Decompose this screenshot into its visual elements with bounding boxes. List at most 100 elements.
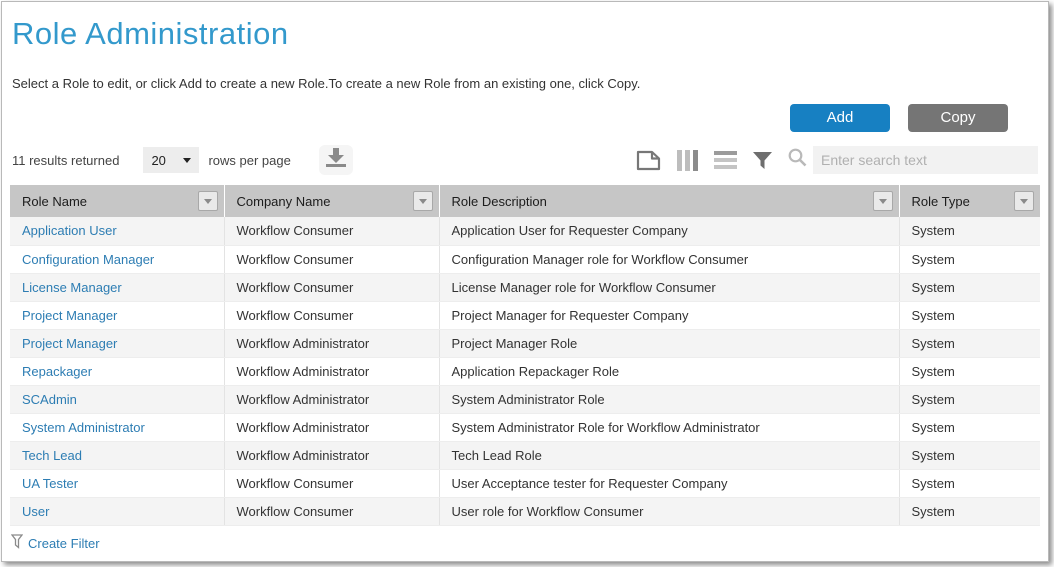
column-header-role-name[interactable]: Role Name xyxy=(10,185,224,217)
table-row: Application User Workflow Consumer Appli… xyxy=(10,217,1040,245)
role-administration-page: Role Administration Select a Role to edi… xyxy=(1,1,1049,562)
rows-per-page-label: rows per page xyxy=(208,153,290,168)
search-icon xyxy=(788,148,807,172)
company-name-cell: Workflow Consumer xyxy=(224,245,439,273)
company-name-cell: Workflow Consumer xyxy=(224,301,439,329)
filter-icon xyxy=(753,152,772,169)
download-icon xyxy=(325,148,347,172)
role-name-link[interactable]: Configuration Manager xyxy=(22,252,154,267)
column-header-role-type[interactable]: Role Type xyxy=(899,185,1040,217)
chevron-down-icon xyxy=(419,199,427,204)
role-type-cell: System xyxy=(899,441,1040,469)
page-header: Role Administration Select a Role to edi… xyxy=(2,2,1048,91)
role-description-cell: User role for Workflow Consumer xyxy=(439,497,899,525)
column-filter-dropdown[interactable] xyxy=(1014,191,1034,211)
table-body: Application User Workflow Consumer Appli… xyxy=(10,217,1040,525)
role-description-cell: Application User for Requester Company xyxy=(439,217,899,245)
chevron-down-icon xyxy=(879,199,887,204)
role-name-link[interactable]: SCAdmin xyxy=(22,392,77,407)
rows-per-page-value: 20 xyxy=(151,153,165,168)
role-type-cell: System xyxy=(899,301,1040,329)
roles-grid: Role Name Company Name Role Description … xyxy=(10,185,1040,526)
role-type-cell: System xyxy=(899,329,1040,357)
company-name-cell: Workflow Consumer xyxy=(224,469,439,497)
create-filter-link[interactable]: Create Filter xyxy=(28,536,100,551)
table-row: Repackager Workflow Administrator Applic… xyxy=(10,357,1040,385)
column-filter-dropdown[interactable] xyxy=(198,191,218,211)
copy-button[interactable]: Copy xyxy=(908,104,1008,132)
table-row: Tech Lead Workflow Administrator Tech Le… xyxy=(10,441,1040,469)
chevron-down-icon xyxy=(204,199,212,204)
column-filter-dropdown[interactable] xyxy=(413,191,433,211)
role-type-cell: System xyxy=(899,469,1040,497)
role-description-cell: Project Manager Role xyxy=(439,329,899,357)
role-name-link[interactable]: License Manager xyxy=(22,280,122,295)
role-type-cell: System xyxy=(899,413,1040,441)
table-row: Project Manager Workflow Consumer Projec… xyxy=(10,301,1040,329)
table-row: SCAdmin Workflow Administrator System Ad… xyxy=(10,385,1040,413)
grid-toolbar: 11 results returned 20 rows per page xyxy=(2,144,1048,176)
role-description-cell: Configuration Manager role for Workflow … xyxy=(439,245,899,273)
actions-row: Add Copy xyxy=(2,104,1048,132)
role-type-cell: System xyxy=(899,217,1040,245)
row-density-button[interactable] xyxy=(714,151,737,170)
grid-footer: Create Filter xyxy=(11,534,1048,554)
table-row: User Workflow Consumer User role for Wor… xyxy=(10,497,1040,525)
role-description-cell: System Administrator Role for Workflow A… xyxy=(439,413,899,441)
results-count: 11 results returned xyxy=(12,153,119,168)
column-header-company-name[interactable]: Company Name xyxy=(224,185,439,217)
role-name-link[interactable]: Application User xyxy=(22,223,117,238)
role-name-link[interactable]: Project Manager xyxy=(22,336,117,351)
role-description-cell: User Acceptance tester for Requester Com… xyxy=(439,469,899,497)
role-type-cell: System xyxy=(899,273,1040,301)
rows-icon xyxy=(714,151,737,170)
role-description-cell: Project Manager for Requester Company xyxy=(439,301,899,329)
table-header-row: Role Name Company Name Role Description … xyxy=(10,185,1040,217)
export-page-button[interactable] xyxy=(636,150,661,171)
company-name-cell: Workflow Administrator xyxy=(224,385,439,413)
add-button[interactable]: Add xyxy=(790,104,890,132)
column-filter-dropdown[interactable] xyxy=(873,191,893,211)
role-name-link[interactable]: UA Tester xyxy=(22,476,78,491)
table-row: Configuration Manager Workflow Consumer … xyxy=(10,245,1040,273)
columns-icon xyxy=(677,150,698,171)
table-row: License Manager Workflow Consumer Licens… xyxy=(10,273,1040,301)
role-type-cell: System xyxy=(899,497,1040,525)
role-name-link[interactable]: Repackager xyxy=(22,364,92,379)
create-filter-icon xyxy=(11,534,23,554)
page-icon xyxy=(636,150,661,171)
role-name-link[interactable]: Project Manager xyxy=(22,308,117,323)
search-input[interactable] xyxy=(813,146,1038,174)
filter-button[interactable] xyxy=(753,152,772,169)
table-row: UA Tester Workflow Consumer User Accepta… xyxy=(10,469,1040,497)
chevron-down-icon xyxy=(183,158,191,163)
column-header-role-description[interactable]: Role Description xyxy=(439,185,899,217)
column-chooser-button[interactable] xyxy=(677,150,698,171)
company-name-cell: Workflow Administrator xyxy=(224,357,439,385)
company-name-cell: Workflow Administrator xyxy=(224,413,439,441)
table-row: Project Manager Workflow Administrator P… xyxy=(10,329,1040,357)
role-description-cell: System Administrator Role xyxy=(439,385,899,413)
role-name-link[interactable]: System Administrator xyxy=(22,420,145,435)
company-name-cell: Workflow Consumer xyxy=(224,273,439,301)
page-subtitle: Select a Role to edit, or click Add to c… xyxy=(12,76,1038,91)
role-name-link[interactable]: User xyxy=(22,504,49,519)
rows-per-page-select[interactable]: 20 xyxy=(143,147,199,173)
chevron-down-icon xyxy=(1020,199,1028,204)
page-title: Role Administration xyxy=(12,16,1038,52)
company-name-cell: Workflow Consumer xyxy=(224,497,439,525)
search-box xyxy=(788,146,1038,174)
role-type-cell: System xyxy=(899,357,1040,385)
company-name-cell: Workflow Consumer xyxy=(224,217,439,245)
company-name-cell: Workflow Administrator xyxy=(224,441,439,469)
company-name-cell: Workflow Administrator xyxy=(224,329,439,357)
role-type-cell: System xyxy=(899,385,1040,413)
role-description-cell: Tech Lead Role xyxy=(439,441,899,469)
role-type-cell: System xyxy=(899,245,1040,273)
role-name-link[interactable]: Tech Lead xyxy=(22,448,82,463)
table-row: System Administrator Workflow Administra… xyxy=(10,413,1040,441)
toolbar-right-group xyxy=(636,146,1038,174)
role-description-cell: Application Repackager Role xyxy=(439,357,899,385)
role-description-cell: License Manager role for Workflow Consum… xyxy=(439,273,899,301)
export-download-button[interactable] xyxy=(319,145,353,175)
